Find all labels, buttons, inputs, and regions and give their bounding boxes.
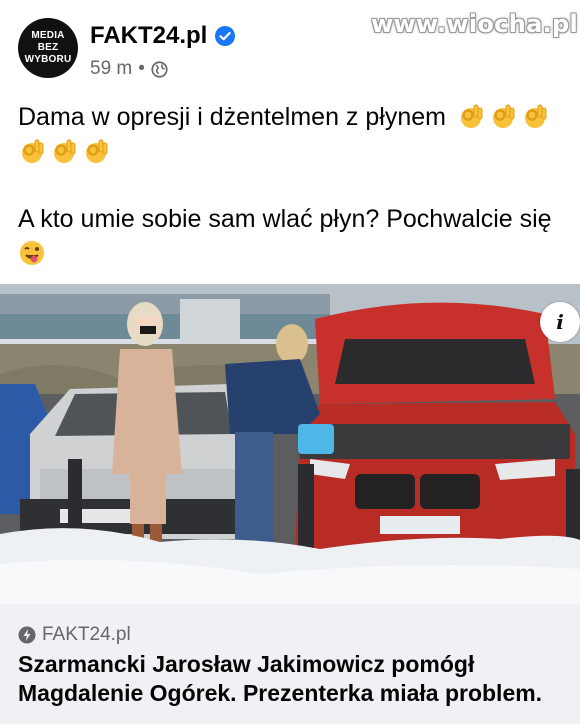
watermark-text: www.wiocha.pl (371, 10, 578, 38)
link-source: FAKT24.pl (42, 624, 131, 645)
avatar-line: BEZ (37, 42, 59, 53)
meta-separator: • (138, 58, 145, 79)
ok-hand-emoji (492, 104, 515, 128)
winking-tongue-emoji (20, 241, 44, 265)
message-line-1: Dama w opresji i dżentelmen z płynem (18, 103, 446, 131)
page-name-row: FAKT24.pl (90, 22, 236, 50)
ok-hand-emoji (54, 139, 76, 163)
message-paragraph-1: Dama w opresji i dżentelmen z płynem (18, 100, 573, 170)
post-time[interactable]: 59 m (90, 58, 132, 80)
link-source-row: FAKT24.pl (18, 624, 131, 646)
bolt-icon (18, 626, 36, 644)
page-name-link[interactable]: FAKT24.pl (90, 22, 207, 50)
post-meta: 59 m • (90, 58, 168, 80)
message-paragraph-2: A kto umie sobie sam wlać płyn? Pochwalc… (18, 202, 573, 272)
photo-scene (0, 284, 580, 604)
post-message: Dama w opresji i dżentelmen z płynem A k… (18, 100, 573, 272)
post-photo[interactable]: i (0, 284, 580, 604)
info-button[interactable]: i (540, 302, 580, 342)
post-header: MEDIA BEZ WYBORU FAKT24.pl 59 m • www.wi… (0, 0, 580, 92)
ok-hand-emoji (524, 104, 547, 128)
verified-badge-icon (215, 26, 236, 46)
link-headline[interactable]: Szarmancki Jarosław Jakimowicz pomógł Ma… (18, 650, 578, 708)
globe-icon[interactable] (151, 60, 168, 78)
link-preview-card[interactable]: FAKT24.pl Szarmancki Jarosław Jakimowicz… (0, 604, 580, 724)
message-line-2: A kto umie sobie sam wlać płyn? Pochwalc… (18, 205, 552, 233)
avatar-line: WYBORU (24, 54, 72, 65)
ok-hand-emoji (460, 104, 483, 128)
info-icon: i (556, 310, 564, 334)
ok-hand-emoji (22, 139, 44, 163)
avatar-line: MEDIA (31, 30, 65, 41)
ok-hand-emoji (86, 139, 108, 163)
page-avatar[interactable]: MEDIA BEZ WYBORU (18, 18, 78, 78)
